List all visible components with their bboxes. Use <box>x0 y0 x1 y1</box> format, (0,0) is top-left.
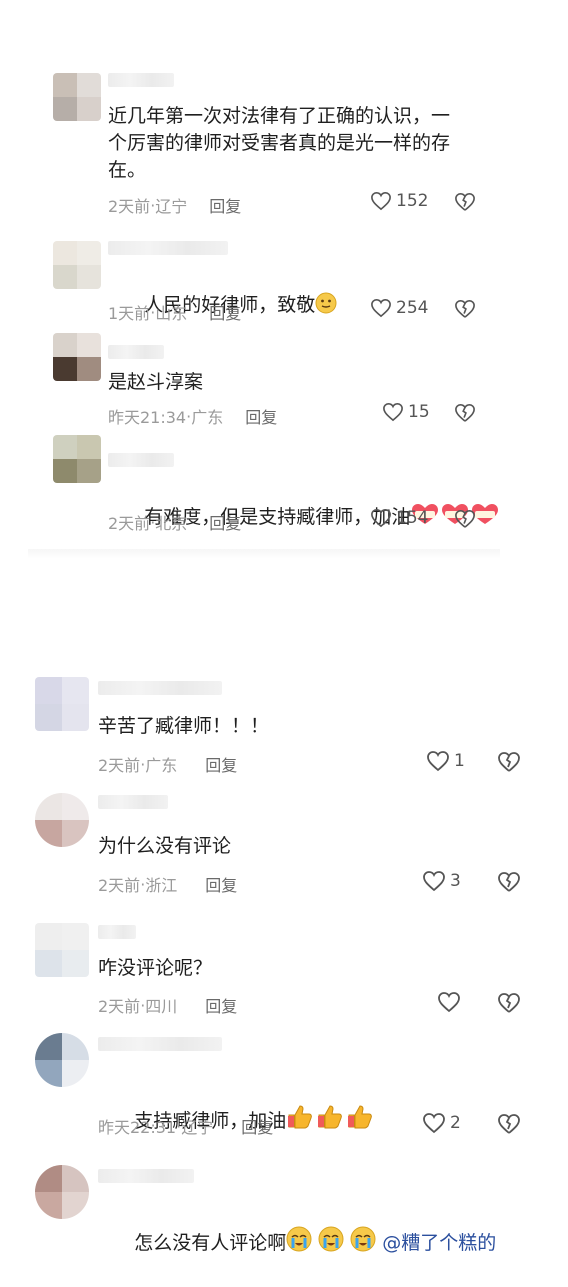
reply-button[interactable]: 回复 <box>205 752 237 776</box>
like-button[interactable]: 3 <box>422 870 461 892</box>
heart-icon <box>370 191 392 211</box>
comments-screenshot-top: 近几年第一次对法律有了正确的认识，一 个厉害的律师对受害者真的是光一样的存 在。… <box>0 55 568 560</box>
broken-heart-icon[interactable] <box>454 509 476 529</box>
comment-location: 山东 <box>155 304 188 323</box>
crying-face-icon <box>286 1226 382 1260</box>
comment-time: 2天前 <box>98 876 141 895</box>
reply-button[interactable]: 回复 <box>245 404 277 428</box>
heart-icon <box>370 298 392 318</box>
username-blurred[interactable] <box>98 925 136 939</box>
comment-location: 广东 <box>191 408 224 427</box>
comment-time: 昨天21:34 <box>108 408 187 427</box>
comment-location: 辽宁 <box>181 1118 214 1137</box>
comment-time: 2天前 <box>108 514 151 533</box>
heart-icon <box>382 402 404 422</box>
comment-meta: 2天前 · 广东 回复 <box>98 752 237 776</box>
avatar[interactable] <box>53 73 101 121</box>
reply-button[interactable]: 回复 <box>205 872 237 896</box>
username-blurred[interactable] <box>98 681 222 695</box>
like-button[interactable]: 15 <box>382 402 430 422</box>
like-count: 3 <box>450 871 461 891</box>
avatar[interactable] <box>35 677 89 731</box>
comment-location: 北京 <box>155 514 188 533</box>
comment-meta: 昨天22:31 · 辽宁 回复 <box>98 1114 273 1138</box>
comment-text: 咋没评论呢？ <box>98 957 213 979</box>
comment-meta: 1天前 · 山东 回复 <box>108 300 241 324</box>
like-count: 1 <box>454 751 465 771</box>
reply-button[interactable]: 回复 <box>241 1114 273 1138</box>
thumbs-up-icon <box>286 1102 376 1138</box>
like-count: 254 <box>396 298 429 318</box>
broken-heart-icon[interactable] <box>497 1113 521 1135</box>
comment-meta: 2天前 · 浙江 回复 <box>98 872 237 896</box>
comment-meta: 2天前 · 辽宁 回复 <box>108 193 241 217</box>
comment-text: 为什么没有评论 <box>98 835 232 857</box>
broken-heart-icon[interactable] <box>497 992 521 1014</box>
reply-button[interactable]: 回复 <box>205 993 237 1017</box>
reply-button[interactable]: 回复 <box>209 300 241 324</box>
comment-location: 浙江 <box>145 876 178 895</box>
comment-text: 是赵斗淳案 <box>108 371 204 393</box>
comment-text: 怎么没有人评论啊 @糟了个糕的 <box>98 1199 496 1287</box>
heart-icon <box>437 991 461 1013</box>
heart-icon <box>426 750 450 772</box>
like-button[interactable]: 154 <box>370 508 428 528</box>
comment-location: 辽宁 <box>155 197 188 216</box>
broken-heart-icon[interactable] <box>454 403 476 423</box>
comment-text: 近几年第一次对法律有了正确的认识，一 个厉害的律师对受害者真的是光一样的存 在。 <box>108 105 451 181</box>
like-button[interactable]: 1 <box>426 750 465 772</box>
username-blurred[interactable] <box>108 241 228 255</box>
avatar[interactable] <box>35 1165 89 1219</box>
comment-time: 2天前 <box>108 197 151 216</box>
like-count: 154 <box>396 508 429 528</box>
avatar[interactable] <box>53 435 101 483</box>
cut-off-next-comment <box>28 549 500 559</box>
comment-time: 昨天22:31 <box>98 1118 177 1137</box>
broken-heart-icon[interactable] <box>497 871 521 893</box>
broken-heart-icon[interactable] <box>497 751 521 773</box>
like-button[interactable]: 254 <box>370 298 428 318</box>
comment-meta: 2天前 · 四川 回复 <box>98 993 237 1017</box>
heart-icon <box>370 508 392 528</box>
heart-icon <box>422 870 446 892</box>
comment-location: 广东 <box>145 756 178 775</box>
comment-meta: 昨天21:34 · 广东 回复 <box>108 404 277 428</box>
broken-heart-icon[interactable] <box>454 192 476 212</box>
username-blurred[interactable] <box>98 795 168 809</box>
username-blurred[interactable] <box>98 1169 194 1183</box>
like-count: 152 <box>396 191 429 211</box>
reply-button[interactable]: 回复 <box>209 510 241 534</box>
like-button[interactable]: 152 <box>370 191 428 211</box>
like-button[interactable] <box>437 991 465 1013</box>
broken-heart-icon[interactable] <box>454 299 476 319</box>
avatar[interactable] <box>35 1033 89 1087</box>
like-count: 2 <box>450 1113 461 1133</box>
mention-link[interactable]: @糟了个糕的 <box>382 1232 496 1254</box>
heart-icon <box>422 1112 446 1134</box>
like-count: 15 <box>408 402 430 422</box>
comment-meta: 2天前 · 北京 回复 <box>108 510 241 534</box>
avatar[interactable] <box>53 241 101 289</box>
username-blurred[interactable] <box>108 345 164 359</box>
comment-time: 2天前 <box>98 997 141 1016</box>
reply-button[interactable]: 回复 <box>209 193 241 217</box>
avatar[interactable] <box>35 793 89 847</box>
comments-screenshot-bottom: 辛苦了臧律师！！！ 2天前 · 广东 回复 1 为什么没有评论 2天前 · 浙江… <box>0 665 568 1280</box>
username-blurred[interactable] <box>98 1037 222 1051</box>
comment-text: 辛苦了臧律师！！！ <box>98 715 270 737</box>
comment-time: 1天前 <box>108 304 151 323</box>
like-button[interactable]: 2 <box>422 1112 461 1134</box>
comment-time: 2天前 <box>98 756 141 775</box>
slightly-smiling-face-icon <box>315 292 337 322</box>
username-blurred[interactable] <box>108 453 174 467</box>
avatar[interactable] <box>35 923 89 977</box>
comment-location: 四川 <box>145 997 178 1016</box>
avatar[interactable] <box>53 333 101 381</box>
username-blurred[interactable] <box>108 73 174 87</box>
